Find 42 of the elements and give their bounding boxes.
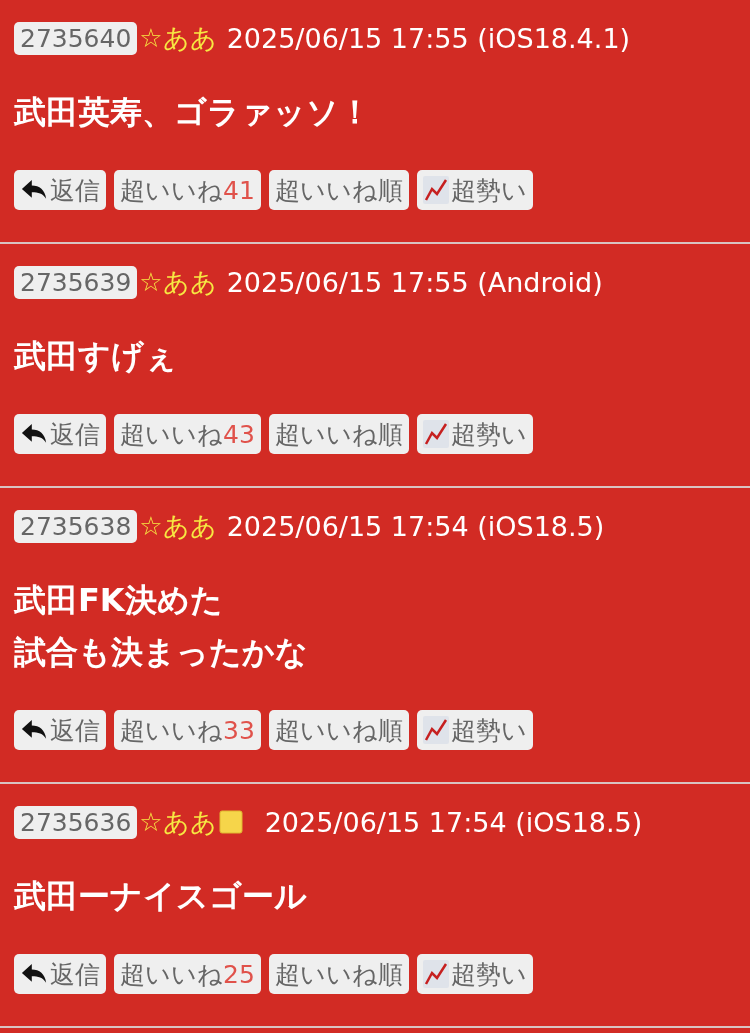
post-text: 武田すげぇ	[14, 336, 178, 377]
reply-button[interactable]: 返信	[14, 170, 106, 210]
post-number[interactable]: 2735639	[14, 265, 138, 299]
reply-button[interactable]: 返信	[14, 414, 106, 454]
chart-icon	[422, 176, 449, 204]
chart-icon	[422, 960, 449, 988]
post-text: 試合も決まったかな	[14, 632, 309, 673]
sort-button[interactable]: 超いいね順	[268, 710, 409, 750]
chart-icon	[422, 420, 449, 448]
like-button[interactable]: 超いいね25	[114, 954, 261, 994]
post-meta: 2025/06/15 17:54 (iOS18.5)	[226, 510, 605, 542]
reply-arrow-icon	[20, 179, 48, 201]
poster-name: ☆ああ	[139, 805, 217, 839]
reply-button[interactable]: 返信	[14, 954, 106, 994]
trend-button[interactable]: 超勢い	[416, 954, 533, 994]
post-number[interactable]: 2735638	[14, 509, 138, 543]
trend-button[interactable]: 超勢い	[416, 170, 533, 210]
chart-icon	[422, 716, 449, 744]
post-meta: 2025/06/15 17:54 (iOS18.5)	[264, 806, 643, 838]
sort-button[interactable]: 超いいね順	[268, 954, 409, 994]
like-button[interactable]: 超いいね33	[114, 710, 261, 750]
reply-button[interactable]: 返信	[14, 710, 106, 750]
reply-arrow-icon	[20, 423, 48, 445]
sort-button[interactable]: 超いいね順	[268, 170, 409, 210]
post-number[interactable]: 2735636	[14, 805, 138, 839]
post-meta: 2025/06/15 17:55 (iOS18.4.1)	[226, 22, 631, 54]
poster-name: ☆ああ	[139, 21, 217, 55]
post-text: 武田英寿、ゴラァッソ！	[14, 92, 372, 133]
sort-button[interactable]: 超いいね順	[268, 414, 409, 454]
post-number[interactable]: 2735640	[14, 21, 138, 55]
reply-arrow-icon	[20, 963, 48, 985]
like-button[interactable]: 超いいね43	[114, 414, 261, 454]
trend-button[interactable]: 超勢い	[416, 414, 533, 454]
post-meta: 2025/06/15 17:55 (Android)	[226, 266, 603, 298]
post-text: 武田FK決めた	[14, 580, 224, 621]
reply-arrow-icon	[20, 719, 48, 741]
poster-name: ☆ああ	[139, 509, 217, 543]
trend-button[interactable]: 超勢い	[416, 710, 533, 750]
post-text: 武田ーナイスゴール	[14, 876, 308, 917]
poster-name: ☆ああ	[139, 265, 217, 299]
square-icon	[218, 810, 243, 834]
like-button[interactable]: 超いいね41	[114, 170, 261, 210]
